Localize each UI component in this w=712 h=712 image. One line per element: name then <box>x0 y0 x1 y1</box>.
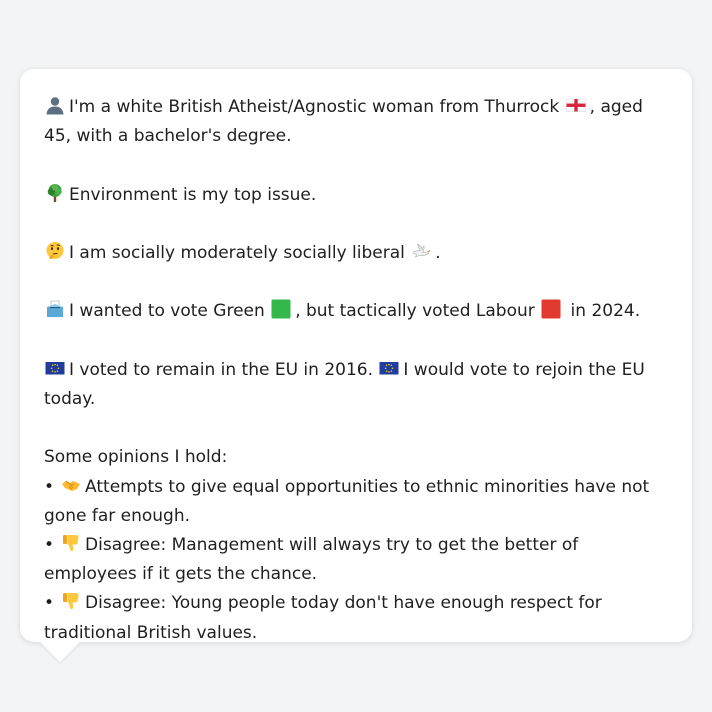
eu-flag-icon <box>379 358 399 378</box>
thinking-face-icon <box>45 241 65 261</box>
vote-paragraph: I wanted to vote Green , but tactically … <box>44 297 672 326</box>
persona-message-bubble: I'm a white British Atheist/Agnostic wom… <box>20 69 692 643</box>
social-paragraph: I am socially moderately socially libera… <box>44 239 672 268</box>
opinion-item: • Attempts to give equal opportunities to… <box>44 475 650 526</box>
eu-flag-icon <box>45 358 65 378</box>
handshake-icon <box>61 475 81 495</box>
red-square-icon <box>541 299 561 319</box>
eu-paragraph: I voted to remain in the EU in 2016. I w… <box>44 358 645 409</box>
opinions-heading: Some opinions I hold: <box>44 447 228 468</box>
bullet: • <box>44 476 55 497</box>
thumbs-down-icon <box>61 533 81 553</box>
green-square-icon <box>271 299 291 319</box>
bubble-tail <box>40 642 80 662</box>
thumbs-down-icon <box>61 591 81 611</box>
opinion-item: • Disagree: Management will always try to… <box>44 533 579 585</box>
persona-description: I'm a white British Atheist/Agnostic wom… <box>44 93 672 648</box>
deciduous-tree-icon <box>45 183 65 203</box>
ballot-box-icon <box>45 299 65 319</box>
person-silhouette-icon <box>45 95 65 115</box>
issue-paragraph: Environment is my top issue. <box>44 181 672 210</box>
intro-paragraph: I'm a white British Atheist/Agnostic wom… <box>44 95 643 147</box>
opinion-item: • Disagree: Young people today don't have… <box>44 591 602 643</box>
dove-icon <box>411 241 431 261</box>
bullet: • <box>44 593 55 614</box>
england-flag-icon <box>565 95 586 115</box>
bullet: • <box>44 534 55 555</box>
